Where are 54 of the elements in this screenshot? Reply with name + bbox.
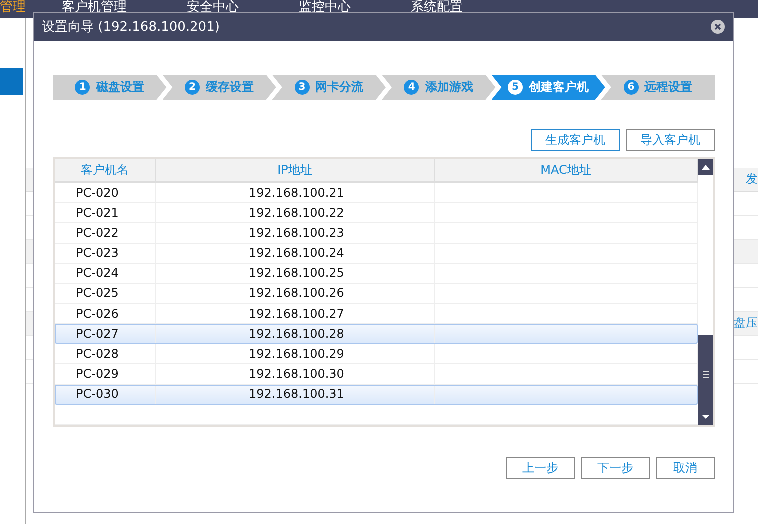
table-cell: PC-025 <box>55 284 156 303</box>
scroll-up-icon[interactable] <box>698 159 713 175</box>
table-cell: 盘压 <box>734 315 758 332</box>
action-button[interactable]: 生成客户机 <box>531 129 620 151</box>
table-cell: 192.168.100.31 <box>156 384 435 404</box>
table-cell: 192.168.100.27 <box>156 304 435 324</box>
table-cell: PC-026 <box>55 304 156 324</box>
table-cell: 192.168.100.22 <box>156 203 435 222</box>
table-cell: 192.168.100.26 <box>156 284 435 303</box>
action-button[interactable]: 导入客户机 <box>626 129 715 151</box>
scrollbar[interactable] <box>698 159 713 425</box>
table-cell: 192.168.100.29 <box>156 344 435 364</box>
table-cell: 192.168.100.25 <box>156 264 435 283</box>
step-number: 2 <box>185 80 200 95</box>
table-cell: 192.168.100.28 <box>156 324 435 344</box>
table-cell: PC-029 <box>55 364 156 384</box>
table-row[interactable]: PC-023 192.168.100.24 <box>55 244 698 264</box>
step-number: 5 <box>508 80 524 95</box>
nav-item[interactable]: 系统配置 <box>411 0 463 15</box>
table-cell: PC-030 <box>55 384 156 404</box>
window-title: 设置向导 (192.168.100.201) <box>42 19 220 36</box>
table-row[interactable]: PC-024 192.168.100.25 <box>55 264 698 284</box>
footer-button[interactable]: 下一步 <box>581 457 650 479</box>
column-header: 发 <box>746 171 758 188</box>
table-row[interactable]: PC-021 192.168.100.22 <box>55 203 698 224</box>
table-cell: PC-021 <box>55 203 156 222</box>
table-row[interactable]: PC-020 192.168.100.21 <box>55 183 698 204</box>
table-cell: 192.168.100.30 <box>156 364 435 384</box>
table-row[interactable]: PC-026 192.168.100.27 <box>55 304 698 324</box>
step-number: 6 <box>624 80 639 95</box>
step-number: 1 <box>75 80 90 95</box>
footer-button[interactable]: 取消 <box>656 457 715 479</box>
table-row[interactable]: PC-022 192.168.100.23 <box>55 223 698 244</box>
table-row[interactable]: PC-027 192.168.100.28 <box>55 324 698 344</box>
nav-item[interactable]: 客户机管理 <box>62 0 127 15</box>
table-cell: 192.168.100.23 <box>156 223 435 242</box>
table-cell: PC-028 <box>55 344 156 364</box>
table-cell: PC-027 <box>55 324 156 344</box>
footer-button[interactable]: 上一步 <box>506 457 575 479</box>
table-cell: 192.168.100.24 <box>156 244 435 263</box>
step-number: 3 <box>294 80 310 95</box>
close-icon[interactable] <box>711 20 725 34</box>
table-cell: PC-022 <box>55 223 156 242</box>
table-cell: PC-024 <box>55 264 156 283</box>
scroll-thumb[interactable] <box>698 335 713 425</box>
table-row[interactable]: PC-025 192.168.100.26 <box>55 284 698 304</box>
table-cell: PC-023 <box>55 244 156 263</box>
table-cell: 192.168.100.21 <box>156 183 435 202</box>
nav-item[interactable]: 管理 <box>0 0 26 15</box>
table-row[interactable]: PC-030 192.168.100.31 <box>55 384 698 405</box>
table-row[interactable]: PC-028 192.168.100.29 <box>55 344 698 364</box>
table-row[interactable]: PC-029 192.168.100.30 <box>55 364 698 385</box>
table-cell: PC-020 <box>55 183 156 202</box>
step-number: 4 <box>404 80 420 95</box>
